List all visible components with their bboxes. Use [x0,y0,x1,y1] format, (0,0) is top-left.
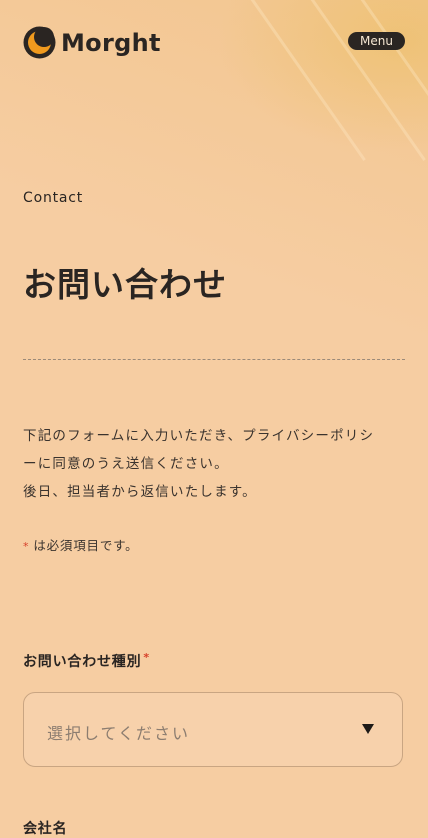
required-mark: * [23,540,30,553]
inquiry-type-label: お問い合わせ種別 * [23,651,150,671]
dashed-divider [23,359,405,360]
moon-logo-icon [23,26,56,59]
inquiry-type-select[interactable]: 選択してください [23,692,403,767]
company-label-text: 会社名 [23,821,68,837]
intro-line: 下記のフォームに入力いただき、プライバシーポリシ [23,428,375,444]
intro-line: 後日、担当者から返信いたします。 [23,484,257,500]
page-title: お問い合わせ [23,265,227,304]
company-label: 会社名 [23,818,67,838]
intro-line: ーに同意のうえ送信ください。 [23,456,229,472]
site-header: Morght Menu [0,0,428,90]
brand-name: Morght [61,28,161,57]
caret-down-icon [362,724,374,734]
section-eyebrow: Contact [23,190,84,206]
intro-text: 下記のフォームに入力いただき、プライバシーポリシ ーに同意のうえ送信ください。 … [23,422,405,506]
inquiry-type-label-text: お問い合わせ種別 [23,654,142,670]
required-note-text: は必須項目です。 [33,538,139,553]
brand-logo[interactable]: Morght [23,26,161,59]
inquiry-type-placeholder: 選択してください [47,724,191,743]
required-note: * は必須項目です。 [23,535,138,554]
menu-button[interactable]: Menu [348,32,405,50]
required-mark: * [143,651,150,664]
